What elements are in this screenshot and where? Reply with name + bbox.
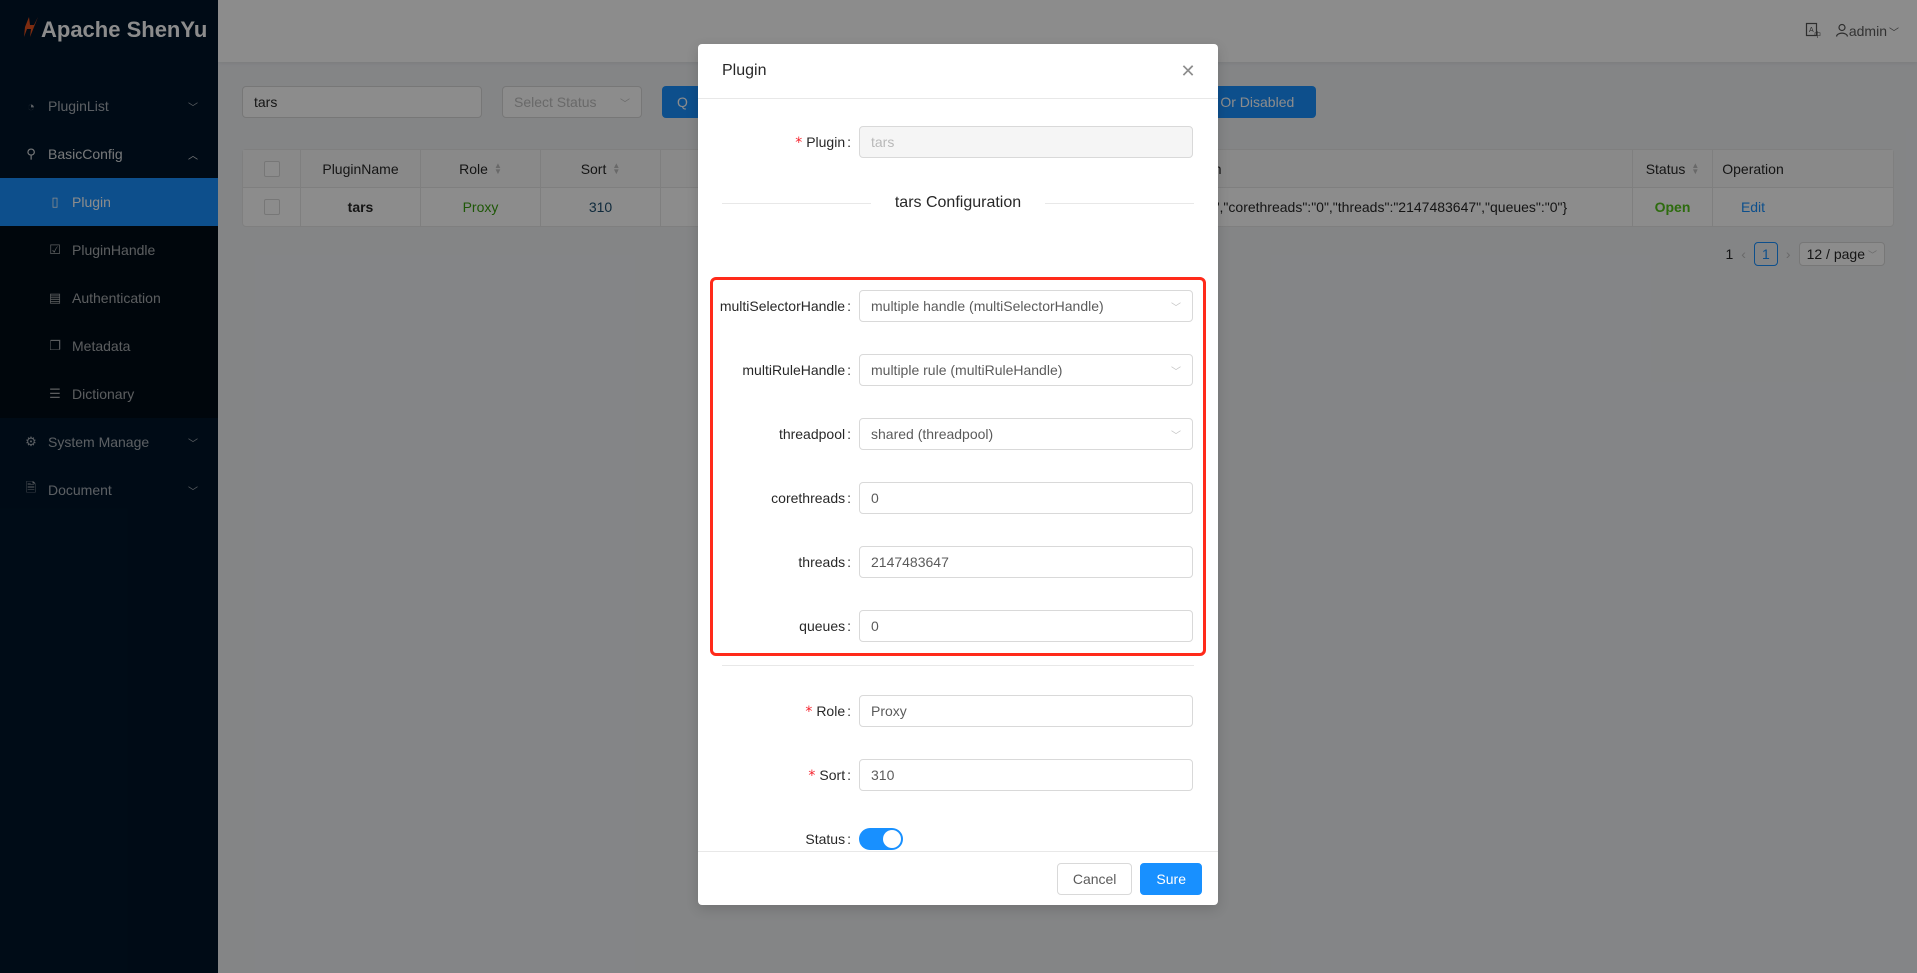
field-label: threads: (798, 554, 851, 570)
close-icon[interactable]: ✕ (1178, 61, 1198, 81)
select-value: shared (threadpool) (871, 426, 994, 442)
role-field: * Role: Proxy (698, 695, 1218, 727)
plugin-value: tars (871, 134, 895, 150)
input-value: 0 (871, 490, 879, 506)
label-text: Plugin (806, 133, 846, 150)
label-text: queues (799, 618, 846, 634)
field-label: multiSelectorHandle: (719, 298, 851, 314)
divider (722, 665, 1194, 666)
plugin-modal: Plugin ✕ * Plugin: tars tars Configuratio… (698, 44, 1218, 905)
queues-field: queues: 0 (698, 610, 1218, 642)
field-label: threadpool: (778, 426, 851, 442)
threadpool-select[interactable]: shared (threadpool) ﹀ (859, 418, 1193, 450)
threads-field: threads: 2147483647 (698, 546, 1218, 578)
sure-label: Sure (1156, 870, 1186, 887)
threads-input[interactable]: 2147483647 (859, 546, 1193, 578)
select-value: multiple rule (multiRuleHandle) (871, 362, 1063, 378)
input-value: Proxy (871, 703, 907, 719)
field-label: multiRuleHandle: (742, 362, 851, 378)
sort-input[interactable]: 310 (859, 759, 1193, 791)
role-label: * Role: (805, 702, 851, 720)
role-input[interactable]: Proxy (859, 695, 1193, 727)
toggle-knob (883, 830, 901, 848)
modal-header: Plugin ✕ (698, 44, 1218, 99)
label-text: multiSelectorHandle (719, 298, 846, 314)
multirulehandle-select[interactable]: multiple rule (multiRuleHandle) ﹀ (859, 354, 1193, 386)
sort-field: * Sort: 310 (698, 759, 1218, 791)
input-value: 0 (871, 618, 879, 634)
status-toggle[interactable] (859, 828, 903, 850)
queues-input[interactable]: 0 (859, 610, 1193, 642)
corethreads-field: corethreads: 0 (698, 482, 1218, 514)
plugin-field: * Plugin: tars (698, 126, 1218, 158)
multiselectorhandle-field: multiSelectorHandle: multiple handle (mu… (698, 290, 1218, 322)
label-text: threadpool (778, 426, 846, 442)
sort-label: * Sort: (808, 766, 851, 784)
field-label: queues: (799, 618, 851, 634)
chevron-down-icon: ﹀ (1171, 430, 1181, 442)
modal-title: Plugin (722, 62, 767, 79)
input-value: 2147483647 (871, 554, 949, 570)
label-text: threads (798, 554, 846, 570)
input-value: 310 (871, 767, 895, 783)
multirulehandle-field: multiRuleHandle: multiple rule (multiRul… (698, 354, 1218, 386)
modal-footer: Cancel Sure (698, 851, 1218, 905)
highlight-box (710, 277, 1206, 656)
multiselectorhandle-select[interactable]: multiple handle (multiSelectorHandle) ﹀ (859, 290, 1193, 322)
sure-button[interactable]: Sure (1140, 862, 1202, 895)
status-label: Status: (805, 831, 851, 847)
corethreads-input[interactable]: 0 (859, 482, 1193, 514)
cancel-button[interactable]: Cancel (1056, 862, 1133, 895)
config-divider: tars Configuration (722, 194, 1195, 212)
label-text: corethreads (771, 490, 846, 506)
plugin-label: * Plugin: (795, 133, 851, 151)
label-text: Sort (819, 766, 846, 783)
field-label: corethreads: (771, 490, 851, 506)
label-text: multiRuleHandle (742, 362, 846, 378)
chevron-down-icon: ﹀ (1171, 366, 1181, 378)
threadpool-field: threadpool: shared (threadpool) ﹀ (698, 418, 1218, 450)
select-value: multiple handle (multiSelectorHandle) (871, 298, 1104, 314)
modal-body: * Plugin: tars tars Configuration multiSe… (698, 99, 1218, 851)
plugin-input: tars (859, 126, 1193, 158)
cancel-label: Cancel (1072, 870, 1117, 887)
label-text: Status (805, 831, 846, 847)
config-title: tars Configuration (894, 194, 1022, 211)
chevron-down-icon: ﹀ (1171, 302, 1181, 314)
label-text: Role (816, 702, 846, 719)
